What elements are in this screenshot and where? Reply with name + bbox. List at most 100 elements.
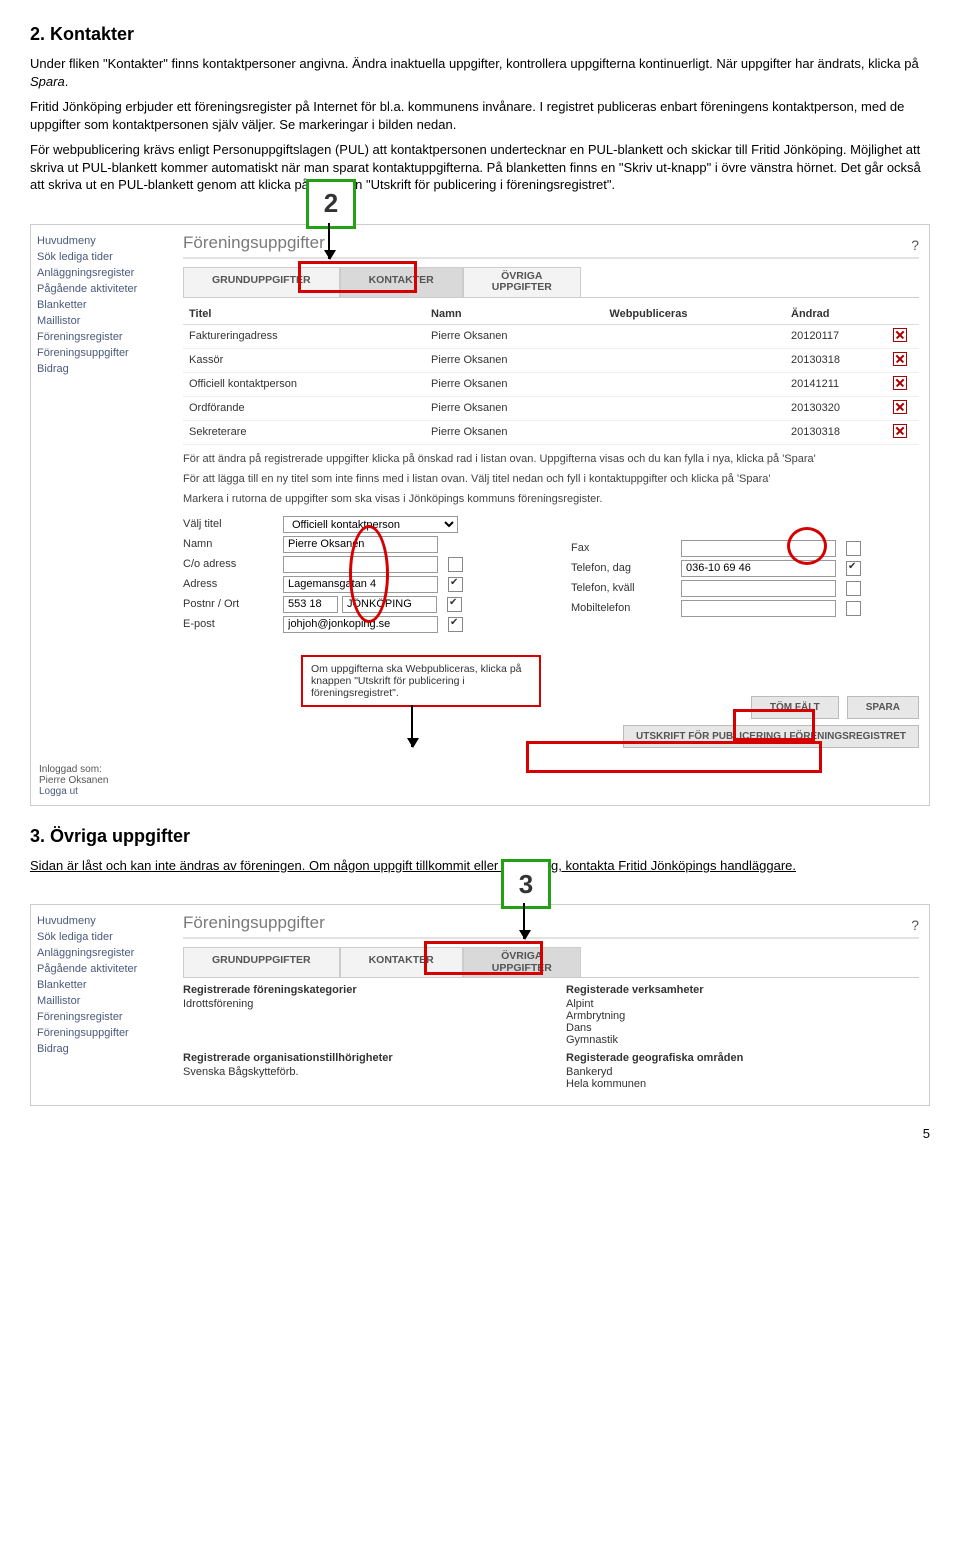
sidebar-item[interactable]: Maillistor	[37, 313, 167, 329]
delete-icon[interactable]	[893, 424, 907, 438]
delete-icon[interactable]	[893, 376, 907, 390]
telk-label: Telefon, kväll	[571, 582, 681, 594]
co-cb[interactable]	[448, 557, 463, 572]
table-cell: 20130318	[785, 348, 887, 372]
table-cell: Pierre Oksanen	[425, 348, 603, 372]
spara-word: Spara	[30, 74, 65, 89]
cell-geo: Registerade geografiska områden Bankeryd…	[566, 1052, 919, 1090]
sidebar-item[interactable]: Pågående aktiviteter	[37, 281, 167, 297]
postnr-input[interactable]	[283, 596, 338, 613]
sidebar-item[interactable]: Blanketter	[37, 297, 167, 313]
sidebar-item[interactable]: Pågående aktiviteter	[37, 961, 167, 977]
help-icon[interactable]: ?	[911, 237, 919, 253]
table-cell: Pierre Oksanen	[425, 420, 603, 444]
table-cell: Kassör	[183, 348, 425, 372]
th-namn: Namn	[425, 304, 603, 325]
teld-cb[interactable]	[846, 561, 861, 576]
inloggad-som-label: Inloggad som:	[39, 764, 102, 775]
mobil-label: Mobiltelefon	[571, 602, 681, 614]
mobil-cb[interactable]	[846, 601, 861, 616]
table-row[interactable]: Officiell kontaktpersonPierre Oksanen 201…	[183, 372, 919, 396]
sidebar-item[interactable]: Anläggningsregister	[37, 945, 167, 961]
login-info: Inloggad som: Pierre Oksanen Logga ut	[39, 764, 108, 797]
table-cell: Pierre Oksanen	[425, 372, 603, 396]
highlight-checkbox-teldag	[787, 527, 827, 565]
table-cell: 20141211	[785, 372, 887, 396]
table-cell: Sekreterare	[183, 420, 425, 444]
sidebar-nav: HuvudmenySök lediga tiderAnläggningsregi…	[31, 225, 173, 758]
callout-2-box: 2	[306, 179, 356, 229]
adress-cb[interactable]	[448, 577, 463, 592]
table-note-3: Markera i rutorna de uppgifter som ska v…	[183, 493, 919, 505]
verksamheter-value: Alpint Armbrytning Dans Gymnastik	[566, 998, 625, 1046]
tab-grunduppgifter-3[interactable]: GRUNDUPPGIFTER	[183, 947, 340, 977]
sidebar-item[interactable]: Blanketter	[37, 977, 167, 993]
table-cell: 20130320	[785, 396, 887, 420]
table-cell: Pierre Oksanen	[425, 396, 603, 420]
p1-part-c: .	[65, 74, 69, 89]
sidebar-item[interactable]: Föreningsuppgifter	[37, 345, 167, 361]
table-cell: 20120117	[785, 324, 887, 348]
sidebar-item[interactable]: Sök lediga tider	[37, 249, 167, 265]
epost-label: E-post	[183, 618, 283, 630]
postnr-cb[interactable]	[447, 597, 462, 612]
delete-icon[interactable]	[893, 352, 907, 366]
section-3-heading: 3. Övriga uppgifter	[30, 826, 930, 847]
table-cell: Officiell kontaktperson	[183, 372, 425, 396]
geo-value: Bankeryd Hela kommunen	[566, 1066, 646, 1090]
sidebar-item[interactable]: Föreningsregister	[37, 1009, 167, 1025]
tab-ovriga-l2: UPPGIFTER	[492, 281, 552, 293]
sidebar-item[interactable]: Sök lediga tider	[37, 929, 167, 945]
highlight-checkbox-group-left	[349, 525, 389, 623]
sidebar-item[interactable]: Bidrag	[37, 361, 167, 377]
spara-button[interactable]: SPARA	[847, 696, 919, 719]
table-cell	[603, 372, 785, 396]
ovriga-grid: Registrerade föreningskategorier Idrotts…	[183, 984, 919, 1090]
table-row[interactable]: KassörPierre Oksanen 20130318	[183, 348, 919, 372]
section-2-p3: För webpublicering krävs enligt Personup…	[30, 141, 930, 194]
table-cell	[603, 348, 785, 372]
callout-3-number: 3	[519, 869, 533, 900]
help-icon-3[interactable]: ?	[911, 917, 919, 933]
teld-label: Telefon, dag	[571, 562, 681, 574]
section-2-heading: 2. Kontakter	[30, 24, 930, 45]
table-row[interactable]: SekreterarePierre Oksanen20130318	[183, 420, 919, 444]
mobil-input[interactable]	[681, 600, 836, 617]
th-andrad: Ändrad	[785, 304, 887, 325]
page-number: 5	[30, 1126, 930, 1141]
telk-cb[interactable]	[846, 581, 861, 596]
epost-cb[interactable]	[448, 617, 463, 632]
fax-label: Fax	[571, 542, 681, 554]
delete-icon[interactable]	[893, 328, 907, 342]
cell-verksamheter: Registerade verksamheter Alpint Armbrytn…	[566, 984, 919, 1046]
sidebar-item[interactable]: Maillistor	[37, 993, 167, 1009]
cell-kategorier: Registrerade föreningskategorier Idrotts…	[183, 984, 536, 1046]
callout-2-arrow	[328, 223, 330, 259]
tab-ovriga-uppgifter[interactable]: ÖVRIGAUPPGIFTER	[463, 267, 581, 297]
sidebar-item[interactable]: Bidrag	[37, 1041, 167, 1057]
sidebar-item[interactable]: Föreningsuppgifter	[37, 1025, 167, 1041]
delete-icon[interactable]	[893, 400, 907, 414]
telk-input[interactable]	[681, 580, 836, 597]
table-row[interactable]: FaktureringadressPierre Oksanen20120117	[183, 324, 919, 348]
table-row[interactable]: OrdförandePierre Oksanen20130320	[183, 396, 919, 420]
highlight-utskrift-button	[526, 741, 822, 773]
orgtillhor-label: Registrerade organisationstillhörigheter	[183, 1052, 536, 1064]
cell-orgtillhor: Registrerade organisationstillhörigheter…	[183, 1052, 536, 1090]
table-cell: Pierre Oksanen	[425, 324, 603, 348]
th-web: Webpubliceras	[603, 304, 785, 325]
sidebar-item[interactable]: Anläggningsregister	[37, 265, 167, 281]
sidebar-nav-3: HuvudmenySök lediga tiderAnläggningsregi…	[31, 905, 173, 1100]
section-3-p1-text: Sidan är låst och kan inte ändras av för…	[30, 858, 796, 873]
fax-cb[interactable]	[846, 541, 861, 556]
th-titel: Titel	[183, 304, 425, 325]
sidebar-item[interactable]: Huvudmeny	[37, 233, 167, 249]
valj-titel-label: Välj titel	[183, 518, 283, 530]
red-callout-note: Om uppgifterna ska Webpubliceras, klicka…	[301, 655, 541, 707]
callout-2-number: 2	[324, 188, 338, 219]
sidebar-item[interactable]: Huvudmeny	[37, 913, 167, 929]
screenshot-kontakter: 2 ? HuvudmenySök lediga tiderAnläggnings…	[30, 224, 930, 806]
logga-ut-link[interactable]: Logga ut	[39, 786, 78, 797]
sidebar-item[interactable]: Föreningsregister	[37, 329, 167, 345]
geo-label: Registerade geografiska områden	[566, 1052, 919, 1064]
